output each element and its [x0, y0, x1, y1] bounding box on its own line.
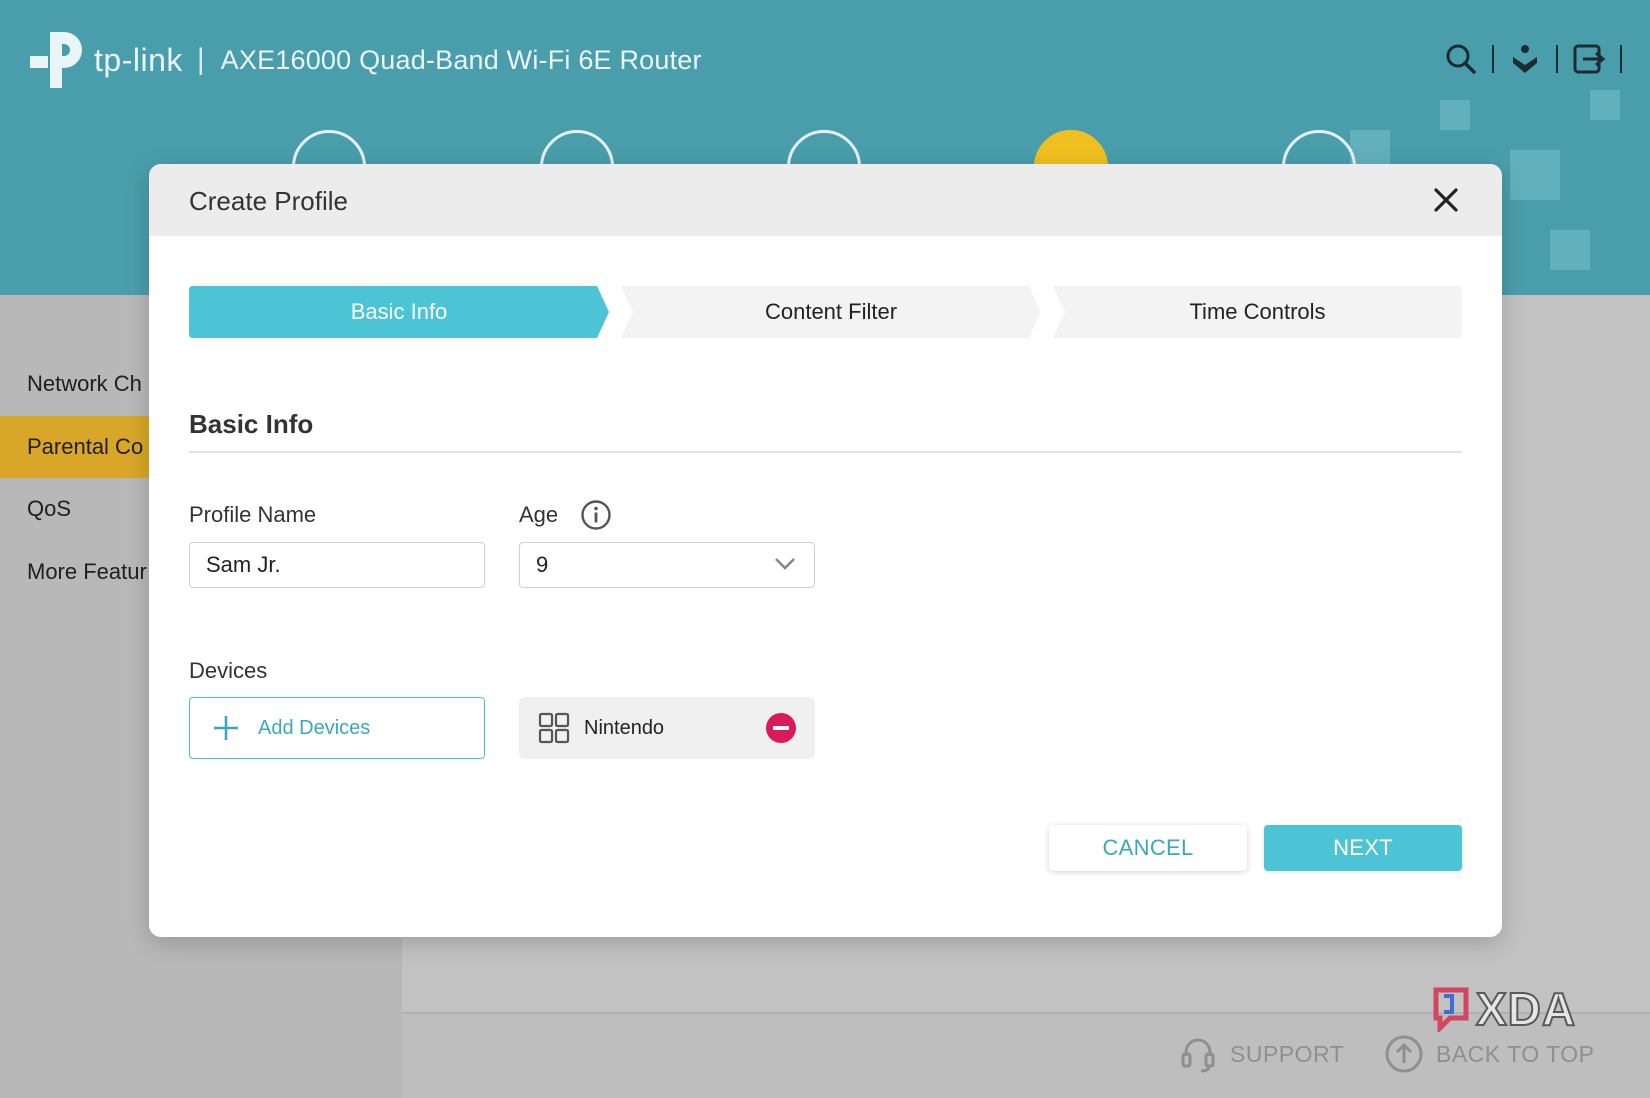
section-title: Basic Info: [189, 409, 314, 439]
profile-name-input[interactable]: Sam Jr.: [189, 542, 485, 588]
router-model-name: AXE16000 Quad-Band Wi-Fi 6E Router: [220, 44, 702, 75]
dialog-header: Create Profile: [149, 164, 1502, 236]
age-select[interactable]: 9: [519, 542, 815, 588]
brand-name: tp-link: [94, 41, 183, 78]
close-button[interactable]: [1430, 184, 1462, 216]
profile-name-label: Profile Name: [189, 502, 317, 527]
step-content-filter[interactable]: Content Filter: [621, 286, 1041, 338]
info-icon[interactable]: [580, 499, 612, 531]
next-button[interactable]: NEXT: [1264, 825, 1462, 871]
device-item: Nintendo: [519, 697, 815, 759]
dialog-title: Create Profile: [189, 186, 348, 216]
headset-icon: [1181, 1038, 1215, 1073]
header-divider: [1556, 45, 1558, 73]
age-label: Age: [519, 502, 559, 527]
step-basic-info[interactable]: Basic Info: [189, 286, 609, 338]
xda-watermark: XDA: [1430, 982, 1576, 1036]
xda-logo-icon: [1433, 987, 1469, 1032]
search-icon[interactable]: [1442, 40, 1480, 78]
download-icon[interactable]: [1506, 40, 1544, 78]
add-devices-button[interactable]: Add Devices: [189, 697, 485, 759]
create-profile-dialog: Create Profile Basic Info Content Filter…: [149, 164, 1502, 937]
wizard-steps: Basic Info Content Filter Time Controls: [189, 286, 1462, 338]
logout-icon[interactable]: [1570, 40, 1608, 78]
age-value: 9: [536, 552, 549, 577]
plus-icon: [214, 716, 238, 740]
back-to-top-link[interactable]: BACK TO TOP: [1384, 1034, 1594, 1074]
remove-device-icon[interactable]: [766, 713, 796, 743]
arrow-up-circle-icon: [1385, 1035, 1423, 1073]
close-icon: [1434, 188, 1458, 212]
back-to-top-label: BACK TO TOP: [1436, 1040, 1595, 1067]
header-divider: [1492, 45, 1494, 73]
support-label: SUPPORT: [1230, 1040, 1345, 1067]
xda-watermark-text: XDA: [1475, 982, 1577, 1036]
step-label: Time Controls: [1189, 299, 1326, 324]
tp-link-logo: tp-link | AXE16000 Quad-Band Wi-Fi 6E Ro…: [28, 28, 702, 92]
header-actions: [1442, 40, 1622, 78]
grid-device-icon: [538, 712, 570, 744]
section-divider: [189, 451, 1462, 453]
add-devices-label: Add Devices: [258, 716, 371, 739]
tp-link-logo-icon: [30, 32, 82, 88]
device-name: Nintendo: [584, 716, 665, 739]
step-time-controls[interactable]: Time Controls: [1053, 286, 1462, 338]
header-separator: |: [196, 43, 205, 76]
chevron-down-icon: [775, 558, 795, 570]
support-link[interactable]: SUPPORT: [1178, 1034, 1344, 1074]
header-divider: [1620, 45, 1622, 73]
cancel-button[interactable]: CANCEL: [1049, 825, 1247, 871]
step-label: Content Filter: [764, 299, 898, 324]
step-label: Basic Info: [350, 299, 448, 324]
devices-label: Devices: [189, 658, 268, 683]
